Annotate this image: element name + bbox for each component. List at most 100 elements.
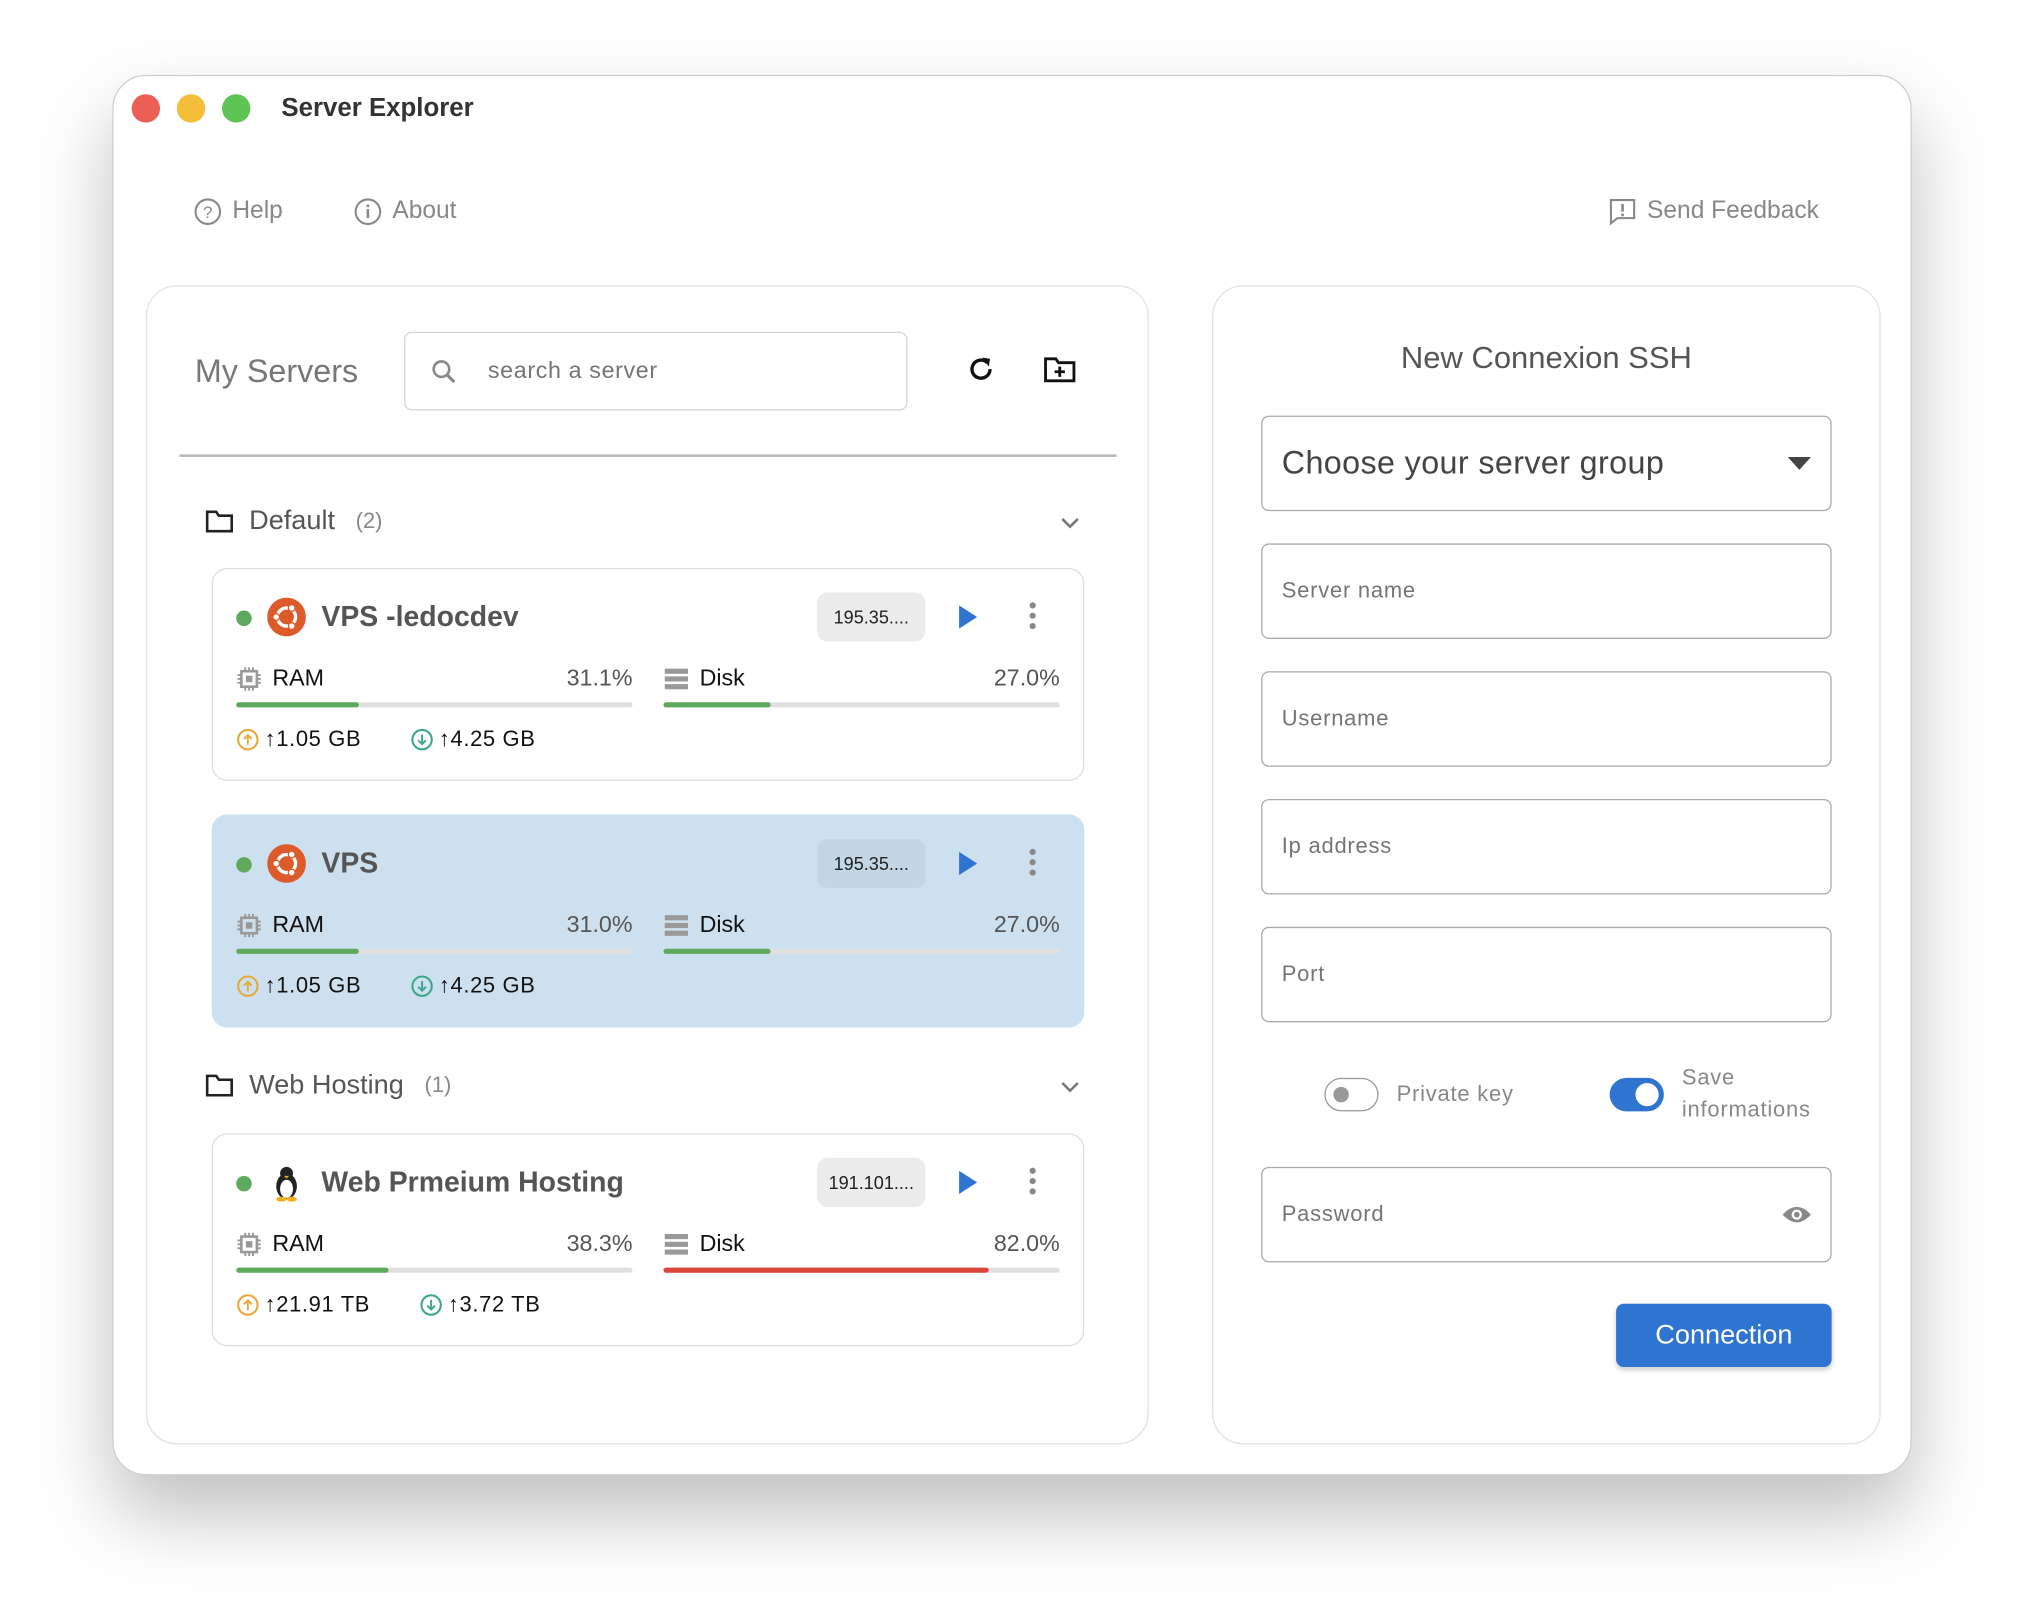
download-value: ↑4.25 GB (439, 727, 536, 753)
cpu-chip-icon (236, 912, 262, 938)
disk-value: 82.0% (994, 1230, 1060, 1257)
refresh-icon[interactable] (966, 354, 997, 385)
ip-chip[interactable]: 195.35.... (817, 592, 925, 641)
server-card[interactable]: VPS 195.35.... RAM 31.0% Disk 27.0% ↑1.0… (212, 814, 1085, 1027)
ip-chip[interactable]: 191.101.... (817, 1158, 925, 1207)
server-group-select[interactable]: Choose your server group (1261, 416, 1832, 512)
search-input[interactable] (488, 358, 875, 385)
folder-icon (205, 1074, 233, 1097)
disk-value: 27.0% (994, 665, 1060, 692)
svg-text:?: ? (203, 203, 212, 222)
server-group-select-value: Choose your server group (1282, 445, 1664, 482)
username-input[interactable] (1282, 706, 1811, 732)
info-icon (354, 197, 382, 225)
disk-progress-bar (663, 949, 1059, 954)
linux-icon (267, 1163, 306, 1202)
ram-progress-bar (236, 949, 632, 954)
upload-icon (236, 728, 259, 751)
dropdown-arrow-icon (1788, 457, 1811, 470)
save-label-line2: informations (1682, 1093, 1811, 1125)
maximize-window-button[interactable] (222, 94, 250, 122)
play-icon[interactable] (959, 852, 977, 875)
server-name: VPS -ledocdev (321, 600, 518, 634)
group-web-hosting-header[interactable]: Web Hosting (1) (205, 1070, 451, 1101)
about-link[interactable]: About (354, 197, 457, 225)
server-name-field[interactable] (1261, 543, 1832, 639)
ram-metric: RAM 38.3% (236, 1230, 632, 1257)
password-input[interactable] (1282, 1202, 1782, 1228)
server-card[interactable]: Web Prmeium Hosting 191.101.... RAM 38.3… (212, 1133, 1085, 1346)
download-icon (420, 1293, 443, 1316)
download-icon (410, 975, 433, 998)
disk-label: Disk (700, 665, 745, 692)
help-icon: ? (194, 197, 222, 225)
more-vert-icon[interactable] (1029, 1167, 1037, 1195)
storage-icon (663, 1232, 689, 1255)
ip-chip[interactable]: 195.35.... (817, 839, 925, 888)
upload-value: ↑1.05 GB (265, 727, 362, 753)
upload-stat: ↑1.05 GB (236, 973, 361, 999)
feedback-icon (1608, 197, 1636, 225)
cpu-chip-icon (236, 1231, 262, 1257)
add-folder-icon[interactable] (1043, 354, 1077, 385)
private-key-label: Private key (1397, 1078, 1514, 1110)
group-count: (2) (356, 509, 383, 535)
online-status-dot (236, 1176, 251, 1191)
download-stat: ↑4.25 GB (410, 727, 535, 753)
close-window-button[interactable] (132, 94, 160, 122)
online-status-dot (236, 857, 251, 872)
disk-metric: Disk 27.0% (663, 665, 1059, 692)
eye-icon[interactable] (1782, 1204, 1811, 1225)
storage-icon (663, 913, 689, 936)
about-label: About (392, 197, 456, 225)
ip-address-field[interactable] (1261, 799, 1832, 895)
group-name: Default (249, 506, 335, 537)
upload-stat: ↑21.91 TB (236, 1292, 370, 1318)
help-link[interactable]: ? Help (194, 197, 283, 225)
group-name: Web Hosting (249, 1070, 404, 1101)
chevron-down-icon[interactable] (1060, 1079, 1081, 1094)
disk-metric: Disk 82.0% (663, 1230, 1059, 1257)
ram-value: 38.3% (567, 1230, 633, 1257)
group-default-header[interactable]: Default (2) (205, 506, 382, 537)
password-field[interactable] (1261, 1167, 1832, 1263)
cpu-chip-icon (236, 665, 262, 691)
server-card[interactable]: VPS -ledocdev 195.35.... RAM 31.1% Disk … (212, 568, 1085, 781)
port-input[interactable] (1282, 962, 1811, 988)
minimize-window-button[interactable] (177, 94, 205, 122)
window-title: Server Explorer (281, 94, 473, 124)
more-vert-icon[interactable] (1029, 602, 1037, 630)
form-title: New Connexion SSH (1213, 341, 1879, 377)
play-icon[interactable] (959, 605, 977, 628)
online-status-dot (236, 611, 251, 626)
server-name: Web Prmeium Hosting (321, 1166, 623, 1200)
disk-progress-bar (663, 1268, 1059, 1273)
server-name-input[interactable] (1282, 578, 1811, 604)
search-icon (431, 358, 457, 384)
more-vert-icon[interactable] (1029, 848, 1037, 876)
connection-button[interactable]: Connection (1616, 1304, 1832, 1367)
upload-icon (236, 975, 259, 998)
ram-metric: RAM 31.1% (236, 665, 632, 692)
ip-address-input[interactable] (1282, 834, 1811, 860)
save-informations-toggle[interactable] (1610, 1078, 1664, 1112)
upload-icon (236, 1293, 259, 1316)
play-icon[interactable] (959, 1171, 977, 1194)
new-connection-panel: New Connexion SSH Choose your server gro… (1212, 285, 1881, 1444)
ram-progress-bar (236, 1268, 632, 1273)
username-field[interactable] (1261, 671, 1832, 767)
download-stat: ↑4.25 GB (410, 973, 535, 999)
my-servers-panel: My Servers Default (2) VPS -ledocdev 195… (146, 285, 1149, 1444)
save-informations-label: Save informations (1682, 1061, 1811, 1126)
disk-label: Disk (700, 911, 745, 938)
ram-label: RAM (272, 1230, 324, 1257)
folder-icon (205, 510, 233, 533)
port-field[interactable] (1261, 927, 1832, 1023)
server-search[interactable] (404, 332, 907, 411)
send-feedback-link[interactable]: Send Feedback (1608, 197, 1819, 225)
ram-value: 31.0% (567, 911, 633, 938)
disk-label: Disk (700, 1230, 745, 1257)
chevron-down-icon[interactable] (1060, 515, 1081, 530)
divider (179, 454, 1116, 457)
private-key-toggle[interactable] (1324, 1078, 1378, 1112)
